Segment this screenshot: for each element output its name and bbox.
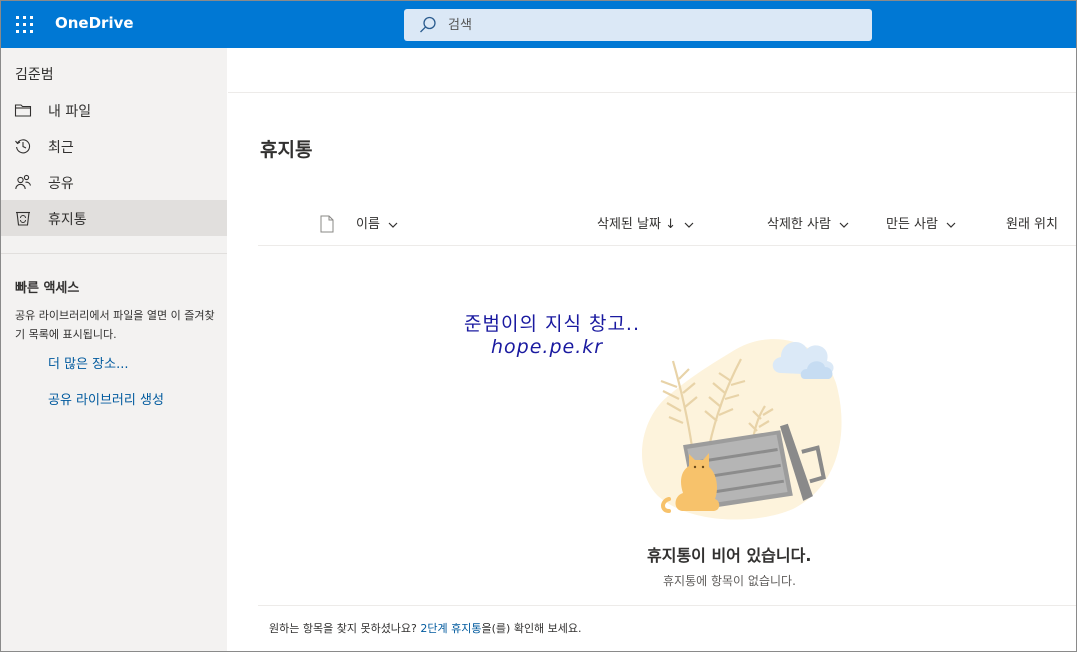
app-launcher-icon[interactable] — [11, 11, 37, 37]
sidebar-item-recent[interactable]: 최근 — [1, 128, 227, 164]
create-shared-library-link[interactable]: 공유 라이브러리 생성 — [48, 389, 164, 408]
watermark-line-1: 준범이의 지식 창고.. — [464, 313, 640, 335]
watermark-line-2: hope.pe.kr — [491, 336, 604, 358]
footer-message: 원하는 항목을 찾지 못하셨나요? 2단계 휴지통을(를) 확인해 보세요. — [269, 620, 582, 636]
sidebar-item-recycle-bin[interactable]: 휴지통 — [1, 200, 227, 236]
recycle-bin-icon — [16, 211, 30, 226]
empty-state-subtitle: 휴지통에 항목이 없습니다. — [663, 574, 796, 588]
sidebar: 김준범 내 파일 최근 공유 휴지통 빠른 액세스 공유 라이브러리에서 파일을… — [1, 48, 227, 651]
sidebar-item-my-files[interactable]: 내 파일 — [1, 92, 227, 128]
column-header-original-location[interactable]: 원래 위치 — [1006, 213, 1058, 235]
chevron-down-icon — [684, 222, 694, 228]
sidebar-divider — [1, 253, 227, 254]
sidebar-item-label: 휴지통 — [48, 212, 87, 228]
empty-state-title: 휴지통이 비어 있습니다. — [647, 546, 812, 565]
column-header-label: 삭제된 날짜 ↓ — [597, 217, 676, 232]
page-title: 휴지통 — [260, 139, 313, 161]
column-header-divider — [258, 245, 1076, 246]
chevron-down-icon — [839, 222, 849, 228]
quick-access-title: 빠른 액세스 — [15, 281, 80, 296]
footer-text-after: 을(를) 확인해 보세요. — [481, 622, 582, 635]
search-box[interactable] — [404, 9, 872, 41]
sidebar-item-label: 내 파일 — [48, 104, 92, 120]
empty-recycle-bin-illustration — [641, 339, 842, 520]
history-icon — [15, 139, 31, 154]
file-type-icon[interactable] — [319, 215, 335, 233]
column-header-deleted-date[interactable]: 삭제된 날짜 ↓ — [597, 213, 694, 235]
second-stage-recycle-bin-link[interactable]: 2단계 휴지통 — [420, 622, 481, 635]
chevron-down-icon — [946, 222, 956, 228]
sidebar-item-shared[interactable]: 공유 — [1, 164, 227, 200]
chevron-down-icon — [388, 222, 398, 228]
folder-icon — [14, 104, 32, 117]
top-bar: OneDrive — [1, 1, 1076, 48]
command-bar-divider — [228, 92, 1076, 93]
column-header-deleted-by[interactable]: 삭제한 사람 — [767, 213, 849, 235]
footer-text-before: 원하는 항목을 찾지 못하셨나요? — [269, 622, 421, 635]
app-brand[interactable]: OneDrive — [55, 14, 134, 32]
column-header-label: 원래 위치 — [1006, 217, 1058, 232]
footer-divider — [258, 605, 1076, 606]
user-name: 김준범 — [15, 67, 54, 83]
search-icon — [420, 16, 436, 33]
sidebar-item-label: 공유 — [48, 176, 74, 192]
search-input[interactable] — [448, 9, 848, 41]
column-header-created-by[interactable]: 만든 사람 — [886, 213, 956, 235]
column-header-label: 만든 사람 — [886, 217, 938, 232]
more-places-link[interactable]: 더 많은 장소... — [48, 353, 128, 372]
column-header-label: 삭제한 사람 — [767, 217, 831, 232]
people-icon — [15, 174, 32, 190]
column-header-name[interactable]: 이름 — [356, 213, 398, 235]
column-header-label: 이름 — [356, 217, 380, 232]
sidebar-item-label: 최근 — [48, 140, 74, 156]
quick-access-description: 공유 라이브러리에서 파일을 열면 이 즐겨찾기 목록에 표시됩니다. — [15, 309, 215, 341]
